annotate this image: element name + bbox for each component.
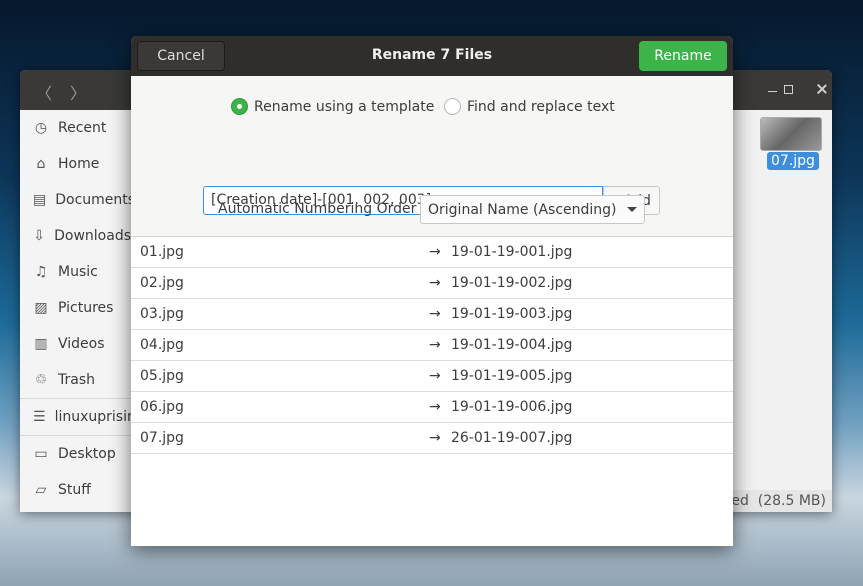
music-icon: ♫: [33, 264, 49, 280]
sidebar-item-music[interactable]: ♫ Music: [20, 254, 131, 290]
rename-row: 03.jpg → 19-01-19-003.jpg: [131, 299, 733, 330]
sidebar-item-home[interactable]: ⌂ Home: [20, 146, 131, 182]
arrow-icon: →: [429, 430, 441, 446]
home-icon: ⌂: [33, 156, 49, 172]
sidebar-item-label: Downloads: [54, 228, 131, 244]
sidebar-item-linuxuprising[interactable]: ☰ linuxuprising: [20, 399, 131, 435]
video-icon: ▥: [33, 336, 49, 352]
original-name: 04.jpg: [140, 337, 184, 353]
radio-checked-icon: [231, 98, 248, 115]
arrow-icon: →: [429, 337, 441, 353]
sidebar: ◷ Recent ⌂ Home ▤ Documents ⇩ Downloads ♫ Music ▨ P…: [20, 110, 131, 512]
rename-row: 04.jpg → 19-01-19-004.jpg: [131, 330, 733, 361]
sidebar-item-label: Stuff: [58, 482, 91, 498]
back-button[interactable]: 〈: [36, 80, 52, 104]
close-icon[interactable]: [816, 83, 828, 95]
rename-preview-list: 01.jpg → 19-01-19-001.jpg 02.jpg → 19-01-19-0…: [131, 237, 733, 454]
rename-button[interactable]: Rename: [639, 41, 727, 71]
new-name: 19-01-19-002.jpg: [451, 275, 572, 291]
numbering-order-select[interactable]: Original Name (Ascending): [420, 195, 645, 224]
new-name: 19-01-19-005.jpg: [451, 368, 572, 384]
file-thumbnail[interactable]: [760, 117, 822, 151]
sidebar-item-videos[interactable]: ▥ Videos: [20, 326, 131, 362]
new-name: 19-01-19-006.jpg: [451, 399, 572, 415]
sidebar-item-documents[interactable]: ▤ Documents: [20, 182, 131, 218]
rename-row: 07.jpg → 26-01-19-007.jpg: [131, 423, 733, 454]
sidebar-item-label: Desktop: [58, 446, 116, 462]
rename-row: 06.jpg → 19-01-19-006.jpg: [131, 392, 733, 423]
sidebar-item-downloads[interactable]: ⇩ Downloads: [20, 218, 131, 254]
numbering-order-value: Original Name (Ascending): [428, 202, 617, 218]
rename-row: 05.jpg → 19-01-19-005.jpg: [131, 361, 733, 392]
arrow-icon: →: [429, 275, 441, 291]
new-name: 26-01-19-007.jpg: [451, 430, 572, 446]
new-name: 19-01-19-001.jpg: [451, 244, 572, 260]
sidebar-item-label: Documents: [55, 192, 131, 208]
clock-icon: ◷: [33, 120, 49, 136]
sidebar-item-label: Videos: [58, 336, 105, 352]
maximize-icon[interactable]: [784, 85, 793, 94]
download-icon: ⇩: [33, 228, 45, 244]
original-name: 06.jpg: [140, 399, 184, 415]
radio-unchecked-icon: [444, 98, 461, 115]
sidebar-item-pictures[interactable]: ▨ Pictures: [20, 290, 131, 326]
rename-row: 02.jpg → 19-01-19-002.jpg: [131, 268, 733, 299]
minimize-icon[interactable]: [768, 91, 777, 92]
sidebar-item-label: Pictures: [58, 300, 113, 316]
sidebar-item-desktop[interactable]: ▭ Desktop: [20, 436, 131, 472]
radio-find-replace-label: Find and replace text: [467, 99, 615, 115]
sidebar-item-label: Trash: [58, 372, 95, 388]
radio-find-replace[interactable]: Find and replace text: [444, 98, 615, 115]
drive-icon: ☰: [33, 409, 46, 425]
picture-icon: ▨: [33, 300, 49, 316]
selected-file-label[interactable]: 07.jpg: [767, 152, 819, 170]
sidebar-item-stuff[interactable]: ▱ Stuff: [20, 472, 131, 508]
dialog-headerbar: Cancel Rename 7 Files Rename: [131, 36, 733, 76]
original-name: 05.jpg: [140, 368, 184, 384]
radio-template[interactable]: Rename using a template: [231, 98, 434, 115]
sidebar-item-trash[interactable]: ♲ Trash: [20, 362, 131, 398]
arrow-icon: →: [429, 368, 441, 384]
arrow-icon: →: [429, 306, 441, 322]
sidebar-item-label: linuxuprising: [55, 409, 131, 425]
chevron-down-icon: [627, 207, 637, 212]
radio-template-label: Rename using a template: [254, 99, 434, 115]
trash-icon: ♲: [33, 372, 49, 388]
original-name: 03.jpg: [140, 306, 184, 322]
forward-button[interactable]: 〉: [70, 80, 86, 104]
sidebar-item-label: Recent: [58, 120, 106, 136]
sidebar-item-label: Music: [58, 264, 98, 280]
numbering-order-label: Automatic Numbering Order: [218, 201, 416, 217]
desktop-icon: ▭: [33, 446, 49, 462]
document-icon: ▤: [33, 192, 46, 208]
sidebar-item-label: Home: [58, 156, 99, 172]
rename-dialog: Cancel Rename 7 Files Rename Rename usin…: [131, 36, 733, 546]
arrow-icon: →: [429, 399, 441, 415]
rename-options: Rename using a template Find and replace…: [131, 76, 733, 237]
new-name: 19-01-19-004.jpg: [451, 337, 572, 353]
arrow-icon: →: [429, 244, 441, 260]
sidebar-item-recent[interactable]: ◷ Recent: [20, 110, 131, 146]
new-name: 19-01-19-003.jpg: [451, 306, 572, 322]
rename-row: 01.jpg → 19-01-19-001.jpg: [131, 237, 733, 268]
folder-icon: ▱: [33, 482, 49, 498]
original-name: 07.jpg: [140, 430, 184, 446]
original-name: 01.jpg: [140, 244, 184, 260]
original-name: 02.jpg: [140, 275, 184, 291]
